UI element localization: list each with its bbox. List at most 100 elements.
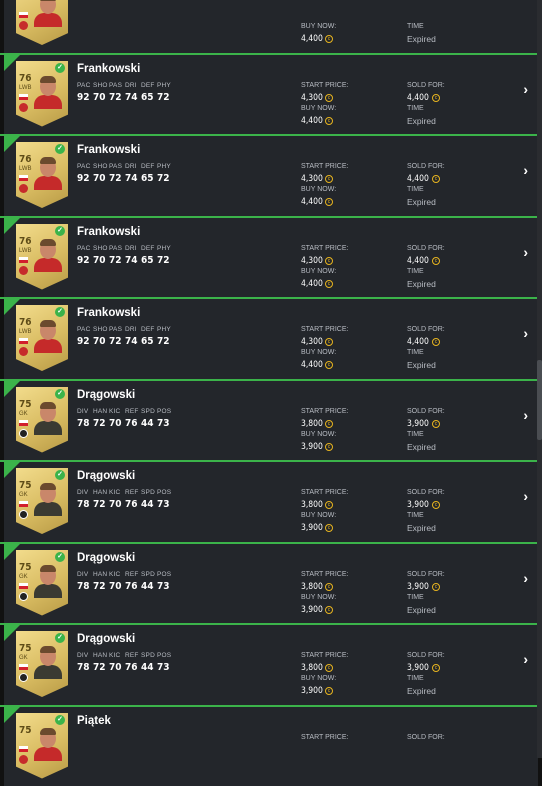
chevron-right-icon[interactable]: › — [523, 325, 528, 341]
coin-icon: c — [325, 501, 333, 509]
player-shirt — [34, 665, 62, 679]
start-price-value: 3,800 — [301, 500, 323, 510]
stat-value: 72 — [93, 662, 109, 673]
start-price-label: START PRICE: — [301, 652, 348, 659]
transfer-item-row[interactable]: 76LWB✓FrankowskiPACSHOPASDRIDEFPHY927072… — [0, 297, 542, 379]
start-price-value: 4,300 — [301, 337, 323, 347]
sold-for-value: 3,900 — [407, 663, 429, 673]
player-shirt — [34, 339, 62, 353]
chevron-right-icon[interactable]: › — [523, 570, 528, 586]
chevron-right-icon[interactable]: › — [523, 81, 528, 97]
stat-value: 44 — [141, 418, 157, 429]
player-portrait — [34, 75, 62, 109]
player-portrait — [34, 156, 62, 190]
transfer-item-row[interactable]: 76LWB✓FrankowskiPACSHOPASDRIDEFPHY927072… — [0, 53, 542, 135]
auction-status: Expired — [407, 197, 436, 207]
card-rating: 75 — [19, 644, 32, 654]
player-hair — [40, 565, 56, 572]
transfer-item-row[interactable]: 76LWB✓FrankowskiPACSHOPASDRIDEFPHY927072… — [0, 216, 542, 298]
player-hair — [40, 483, 56, 490]
stat-label: PAS — [109, 326, 125, 333]
transfer-item-row[interactable]: 75GK✓DrągowskiDIVHANKICREFSPDPOS78727076… — [0, 460, 542, 542]
player-card[interactable] — [16, 0, 68, 45]
time-label: TIME — [407, 594, 424, 601]
stat-labels: DIVHANKICREFSPDPOS — [77, 489, 173, 496]
stat-value: 65 — [141, 336, 157, 347]
stat-label: PAC — [77, 245, 93, 252]
player-shirt — [34, 258, 62, 272]
transfer-item-row[interactable]: 75GK✓DrągowskiDIVHANKICREFSPDPOS78727076… — [0, 379, 542, 461]
auction-status: Expired — [407, 34, 436, 44]
transfer-item-row[interactable]: 75GK✓DrągowskiDIVHANKICREFSPDPOS78727076… — [0, 542, 542, 624]
nation-flag-icon — [19, 746, 28, 752]
stat-value: 72 — [157, 255, 173, 266]
player-name: Drągowski — [77, 552, 135, 564]
card-rating: 76 — [19, 155, 32, 165]
stat-label: KIC — [109, 652, 125, 659]
card-position: LWB — [19, 248, 32, 254]
stat-value: 44 — [141, 581, 157, 592]
stat-values: 927072746572 — [77, 255, 173, 266]
chevron-right-icon[interactable]: › — [523, 162, 528, 178]
player-shirt — [34, 13, 62, 27]
check-icon: ✓ — [55, 715, 65, 725]
stat-label: POS — [157, 408, 173, 415]
stat-value: 70 — [93, 173, 109, 184]
coin-icon: c — [325, 257, 333, 265]
coin-icon: c — [325, 198, 333, 206]
stat-value: 76 — [125, 581, 141, 592]
stat-value: 72 — [109, 255, 125, 266]
stat-label: REF — [125, 652, 141, 659]
player-portrait — [34, 645, 62, 679]
coin-icon: c — [325, 524, 333, 532]
stat-value: 65 — [141, 173, 157, 184]
stat-values: 787270764473 — [77, 581, 173, 592]
player-shirt — [34, 176, 62, 190]
transfer-item-row[interactable]: BUY NOW:4,400cTIMEExpired — [0, 0, 542, 53]
transfer-item-row[interactable]: 76LWB✓FrankowskiPACSHOPASDRIDEFPHY927072… — [0, 134, 542, 216]
coin-icon: c — [432, 501, 440, 509]
transfer-item-row[interactable]: 75GK✓DrągowskiDIVHANKICREFSPDPOS78727076… — [0, 623, 542, 705]
coin-icon: c — [325, 583, 333, 591]
check-icon: ✓ — [55, 307, 65, 317]
player-portrait — [34, 401, 62, 435]
stat-value: 72 — [93, 581, 109, 592]
stat-label: SPD — [141, 489, 157, 496]
coin-icon: c — [325, 687, 333, 695]
player-hair — [40, 728, 56, 735]
player-name: Drągowski — [77, 389, 135, 401]
sold-for-label: SOLD FOR: — [407, 163, 445, 170]
coin-icon: c — [325, 664, 333, 672]
stat-label: PAC — [77, 163, 93, 170]
stat-value: 92 — [77, 255, 93, 266]
transfer-item-row[interactable]: 75✓PiątekSTART PRICE:SOLD FOR: — [0, 705, 542, 786]
sold-for-value: 4,400 — [407, 174, 429, 184]
auction-status: Expired — [407, 279, 436, 289]
stat-value: 78 — [77, 581, 93, 592]
stat-value: 65 — [141, 92, 157, 103]
nation-flag-icon — [19, 175, 28, 181]
start-price-label: START PRICE: — [301, 326, 348, 333]
player-name: Drągowski — [77, 470, 135, 482]
stat-value: 44 — [141, 662, 157, 673]
stat-label: POS — [157, 489, 173, 496]
check-icon: ✓ — [55, 633, 65, 643]
stat-value: 72 — [109, 336, 125, 347]
stat-values: 787270764473 — [77, 662, 173, 673]
chevron-right-icon[interactable]: › — [523, 488, 528, 504]
stat-label: DIV — [77, 408, 93, 415]
scrollbar-thumb[interactable] — [537, 360, 542, 440]
chevron-right-icon[interactable]: › — [523, 651, 528, 667]
chevron-right-icon[interactable]: › — [523, 407, 528, 423]
buy-now-value: 3,900 — [301, 686, 323, 696]
chevron-right-icon[interactable]: › — [523, 244, 528, 260]
start-price-label: START PRICE: — [301, 245, 348, 252]
stat-label: KIC — [109, 408, 125, 415]
check-icon: ✓ — [55, 552, 65, 562]
player-hair — [40, 76, 56, 83]
stat-value: 72 — [157, 173, 173, 184]
scrollbar[interactable] — [537, 0, 542, 758]
start-price-label: START PRICE: — [301, 489, 348, 496]
sold-for-value: 3,900 — [407, 500, 429, 510]
check-icon: ✓ — [55, 226, 65, 236]
